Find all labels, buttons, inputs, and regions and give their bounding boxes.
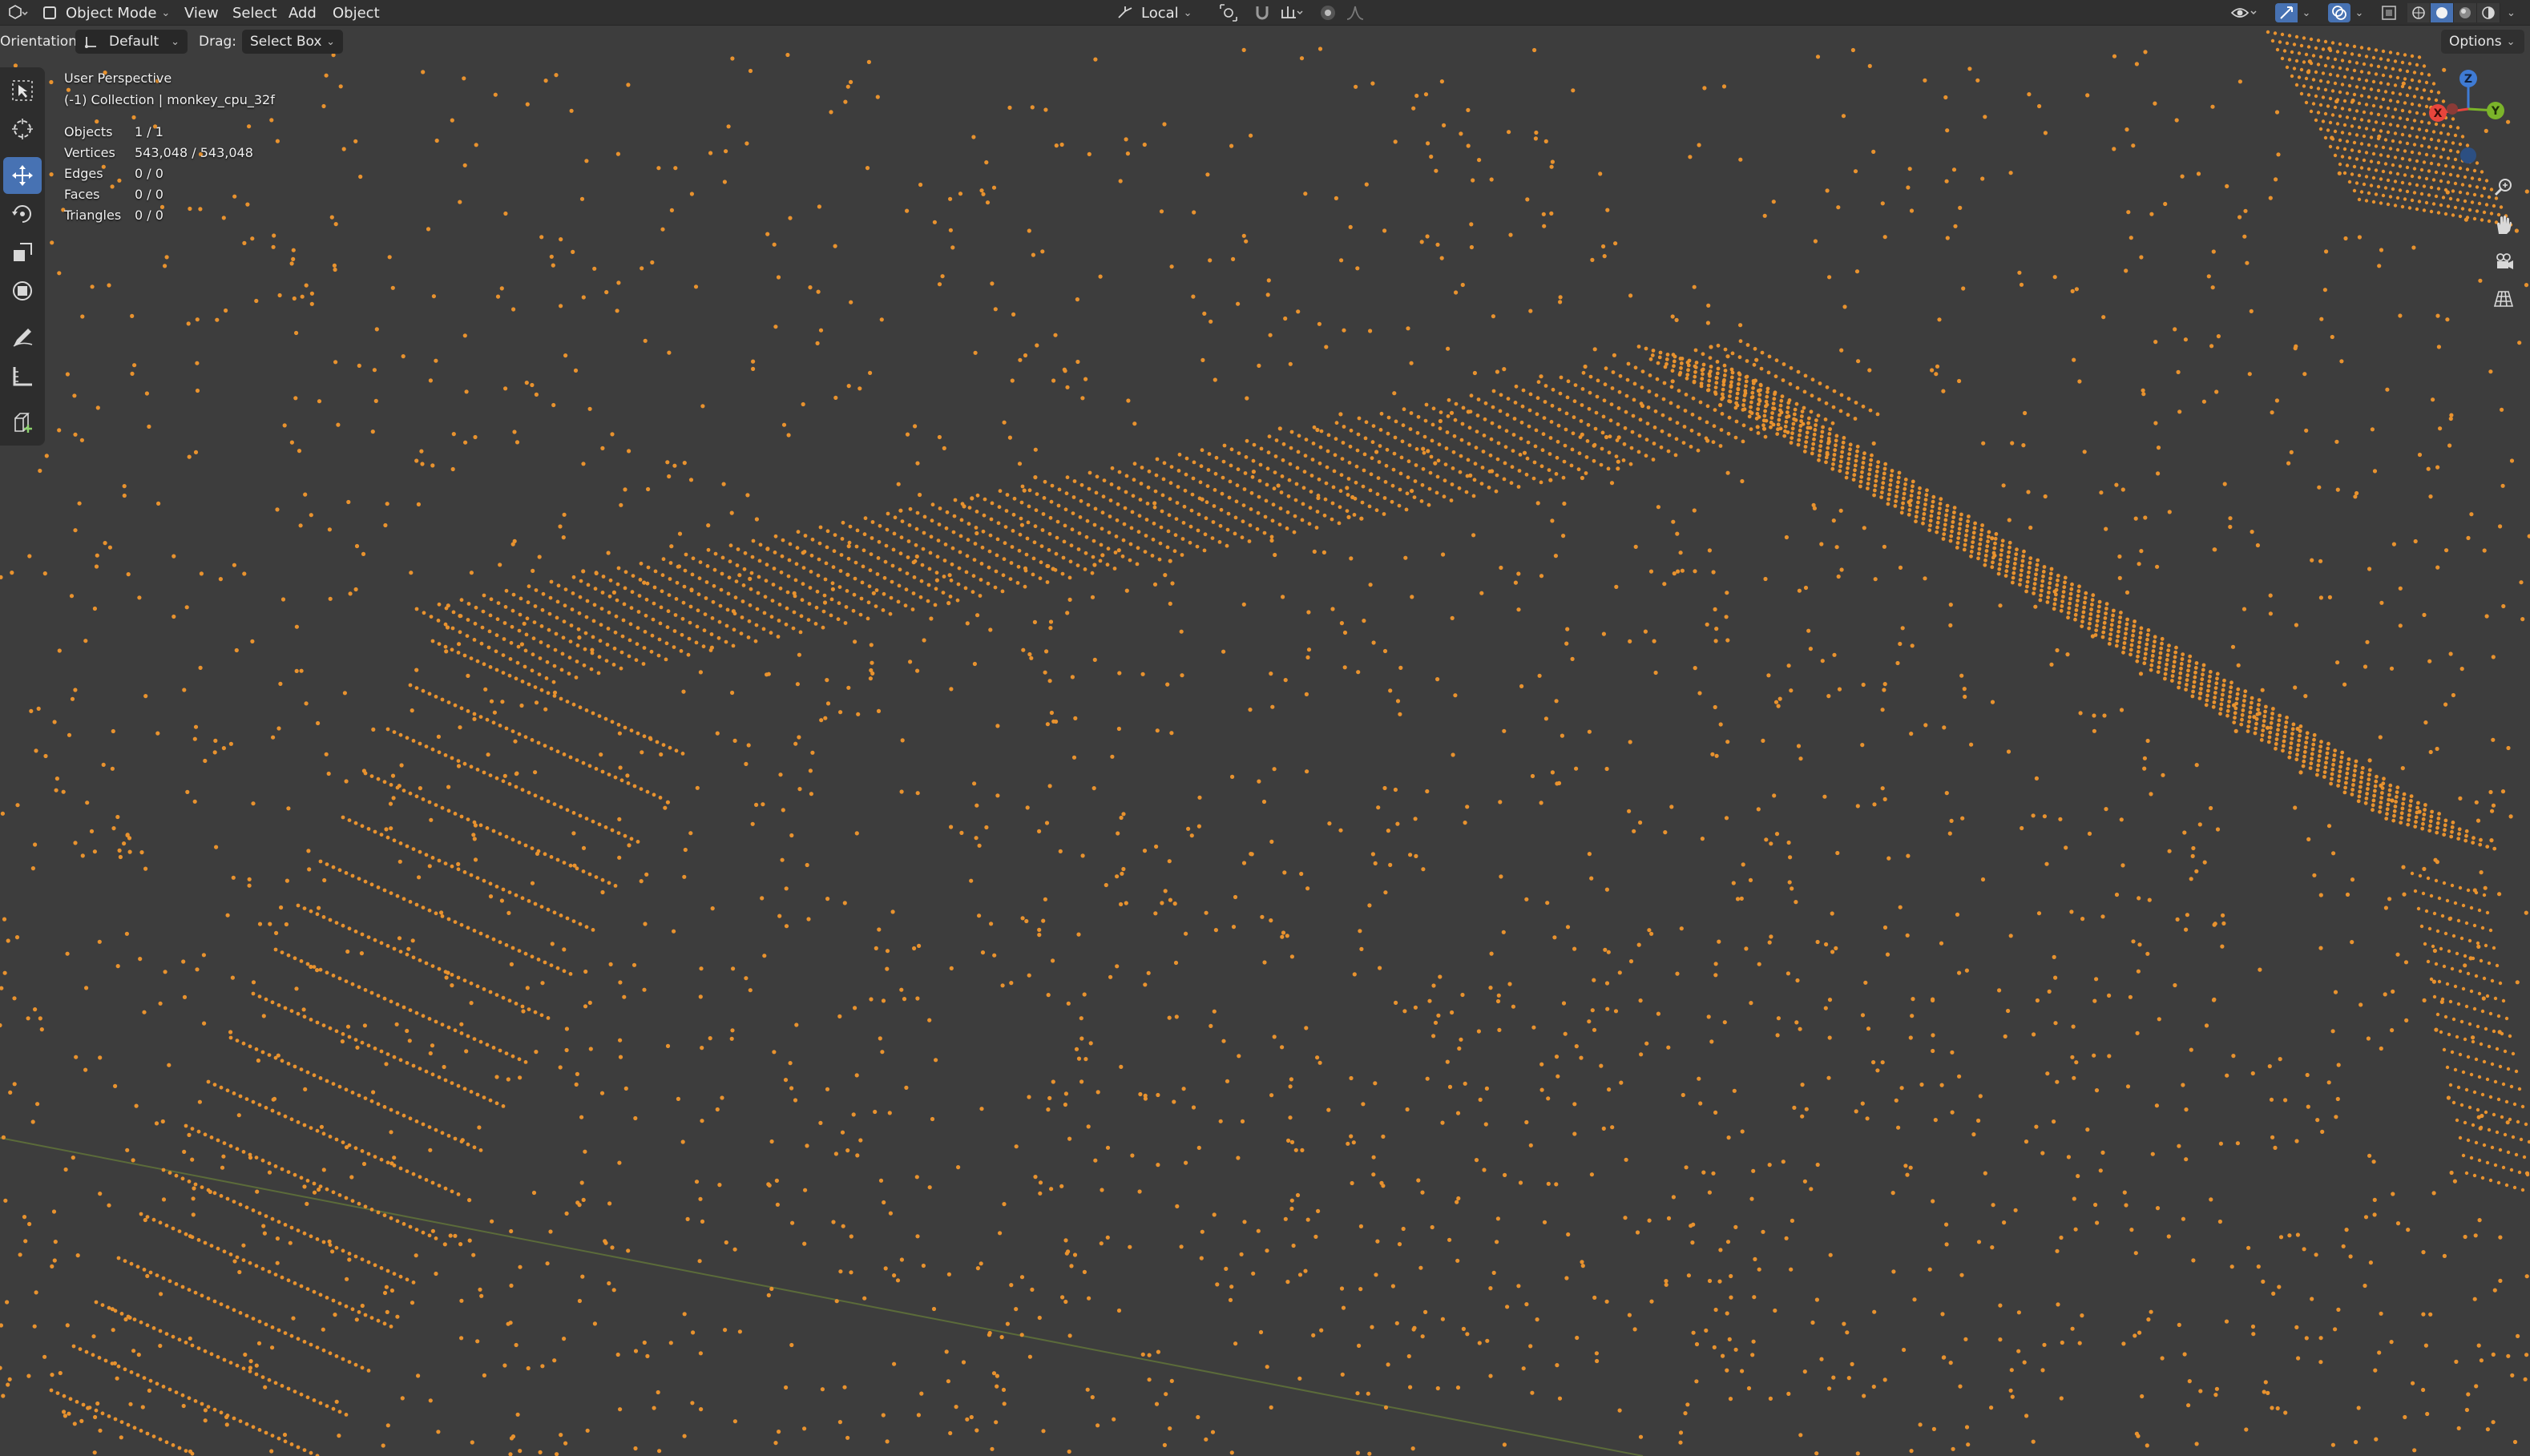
add-cube-icon [14,413,32,433]
rendered-shading-button[interactable] [2477,3,2500,22]
menu-select[interactable]: Select [232,0,277,26]
pivot-point-button[interactable] [1215,0,1242,26]
proportional-edit-toggle[interactable] [1316,0,1340,26]
rendered-shading-icon [2482,6,2495,19]
orientation-label: Orientation: [0,34,82,50]
scale-icon [14,243,32,261]
orientation-dropdown[interactable]: Default ⌄ [75,29,188,54]
projection-toggle-button[interactable] [2486,280,2521,316]
viewport-editor-icon [9,5,28,19]
stat-vertices: Vertices 543,048 / 543,048 [64,145,253,160]
proportional-falloff-dropdown[interactable] [1343,0,1367,26]
snap-toggle[interactable] [1250,0,1274,26]
chevron-down-icon: ⌄ [2506,35,2516,48]
drag-dropdown[interactable]: Select Box ⌄ [242,29,343,54]
snap-target-dropdown[interactable] [1276,0,1308,26]
object-visibility-dropdown[interactable] [2228,0,2262,26]
scale-tool[interactable] [3,234,42,271]
camera-view-button[interactable] [2486,244,2521,279]
xray-icon [2382,6,2396,20]
measure-tool[interactable] [3,357,42,394]
rotate-tool[interactable] [3,196,42,232]
perspective-grid-icon [2493,291,2514,307]
cursor-tool[interactable] [3,111,42,147]
zoom-button[interactable] [2486,170,2521,205]
solid-shading-button[interactable] [2431,3,2454,22]
orientation-axes-icon [85,37,96,48]
viewport-header: Object Mode ⌄ View Select Add Object Loca… [0,0,2530,26]
annotate-pencil-icon [13,329,33,347]
pivot-icon [1220,4,1237,22]
falloff-icon [1346,6,1364,20]
snap-magnet-icon [1256,6,1269,20]
vertex-points [0,30,2530,1456]
shading-mode-buttons [2407,3,2500,22]
stat-triangles: Triangles 0 / 0 [64,208,163,223]
measure-ruler-icon [13,367,32,386]
solid-shading-icon [2436,7,2447,18]
chevron-down-icon: ⌄ [326,35,335,48]
rotate-icon [12,205,31,223]
object-mode-icon [43,6,56,19]
scene-statistics: Objects 1 / 1 Vertices 543,048 / 543,048 E… [64,122,275,226]
navigation-tools [2481,168,2526,317]
chevron-down-icon: ⌄ [2354,6,2364,19]
toolbox [0,67,45,446]
pan-button[interactable] [2486,207,2521,242]
drag-label: Drag: [199,34,237,50]
transform-icon [13,281,32,300]
pan-hand-icon [2497,216,2512,234]
mode-label: Object Mode [66,4,157,22]
shading-options-dropdown[interactable]: ⌄ [2502,0,2516,26]
x-axis-handle[interactable]: X [2429,104,2447,122]
overlay-icon [2331,6,2346,20]
overlay-toggle[interactable]: ⌄ [2322,0,2369,26]
gizmo-toggle[interactable]: ⌄ [2270,0,2316,26]
move-icon [12,165,33,186]
wireframe-shading-icon [2412,6,2425,19]
options-dropdown[interactable]: Options ⌄ [2441,29,2524,54]
stat-objects: Objects 1 / 1 [64,124,163,139]
menu-object[interactable]: Object [333,0,380,26]
collection-info: (-1) Collection | monkey_cpu_32f [64,92,275,107]
chevron-down-icon: ⌄ [2302,6,2311,19]
viewport-info-overlay: User Perspective (-1) Collection | monke… [64,67,275,226]
x-axis-line [0,1137,1644,1456]
add-cube-tool[interactable] [3,404,42,441]
mode-dropdown[interactable]: Object Mode ⌄ [43,0,170,26]
z-axis-handle[interactable]: Z [2459,70,2477,87]
tool-settings-bar: Orientation: Default ⌄ Drag: Select Box ⌄ … [0,26,2530,58]
annotate-tool[interactable] [3,319,42,356]
cursor-icon [12,119,33,139]
chevron-down-icon: ⌄ [2507,6,2516,19]
zoom-magnifier-icon [2494,179,2512,196]
select-box-tool[interactable] [3,72,42,109]
gizmo-icon [2279,6,2293,19]
transform-tool[interactable] [3,272,42,309]
material-shading-icon [2459,7,2471,18]
camera-icon [2496,253,2513,269]
y-axis-handle[interactable]: Y [2487,102,2504,119]
viewport-canvas[interactable] [0,0,2530,1456]
snap-increment-icon [1281,6,1303,18]
editor-type-button[interactable] [3,0,32,26]
menu-view[interactable]: View [184,0,219,26]
chevron-down-icon: ⌄ [161,6,171,19]
orientation-icon [1118,6,1132,18]
xray-toggle[interactable] [2377,0,2401,26]
navigation-gizmo[interactable]: Z Y X [2412,61,2530,181]
visibility-eye-icon [2230,8,2257,18]
material-shading-button[interactable] [2454,3,2477,22]
wireframe-shading-button[interactable] [2407,3,2431,22]
transform-orientation-dropdown[interactable]: Local ⌄ [1116,0,1192,26]
stat-edges: Edges 0 / 0 [64,166,163,181]
move-tool[interactable] [3,157,42,194]
menu-add[interactable]: Add [289,0,317,26]
chevron-down-icon: ⌄ [171,35,180,48]
select-box-icon [12,80,33,101]
view-name: User Perspective [64,71,172,86]
stat-faces: Faces 0 / 0 [64,187,163,202]
chevron-down-icon: ⌄ [1183,6,1192,19]
proportional-edit-icon [1321,6,1335,20]
